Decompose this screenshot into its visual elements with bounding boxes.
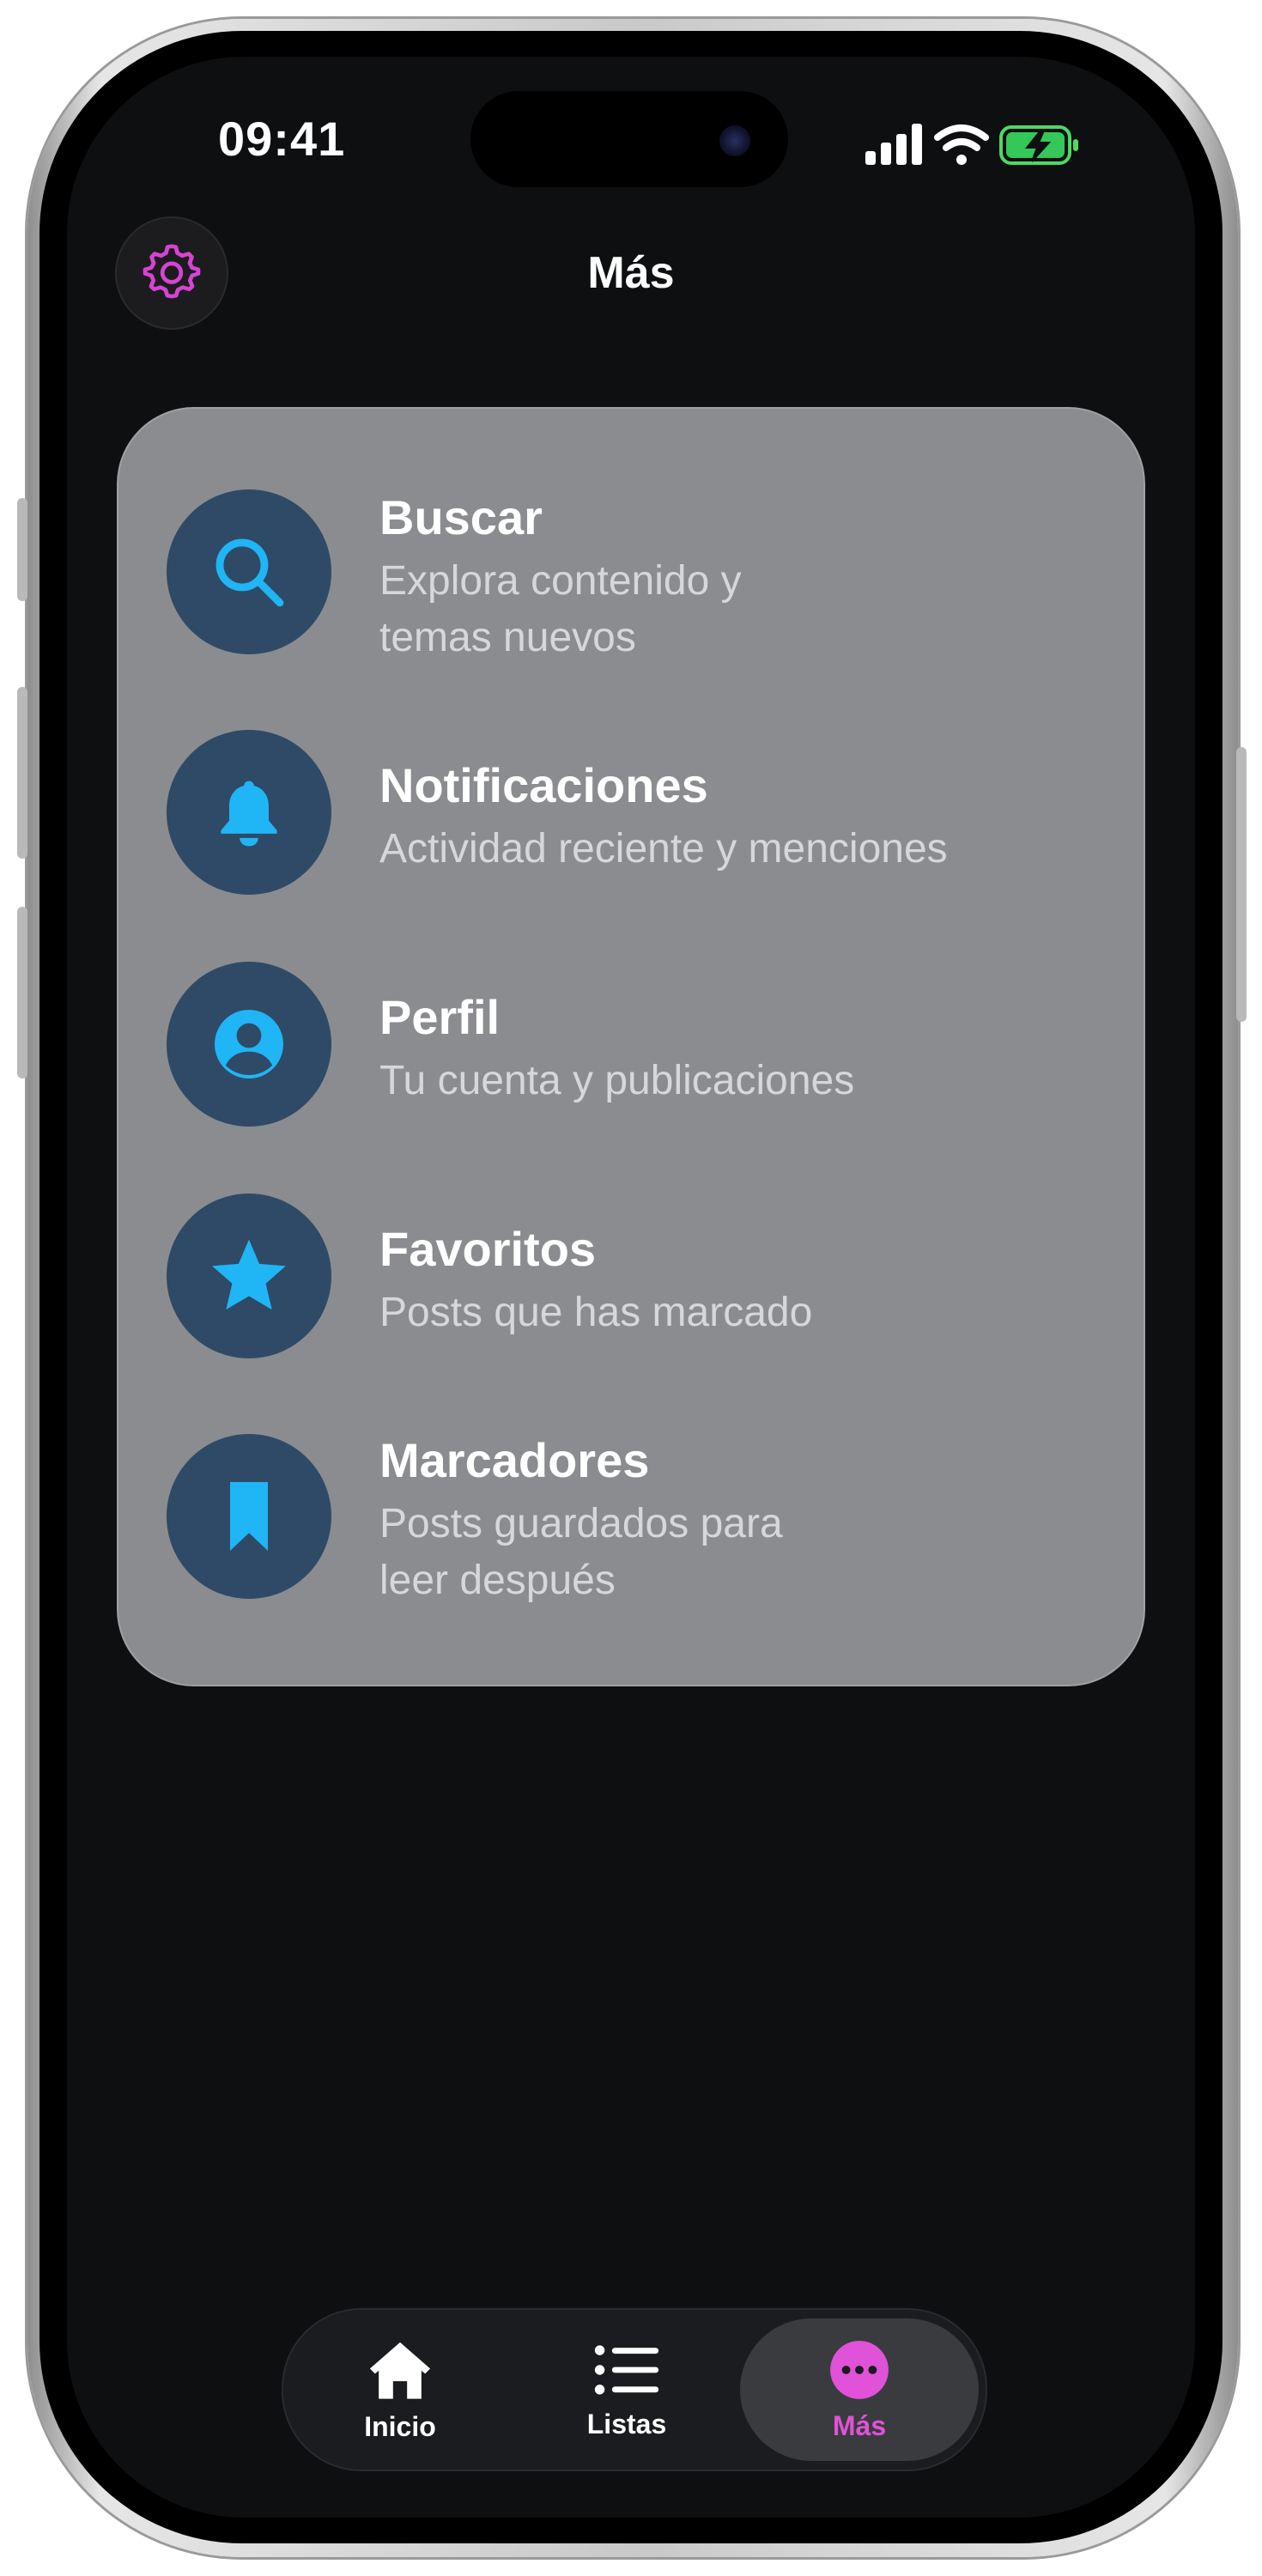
- list-icon: [594, 2344, 659, 2395]
- menu-icon-circle: [167, 962, 331, 1127]
- menu-icon-circle: [167, 1434, 331, 1599]
- menu-icon-circle: [167, 1194, 331, 1358]
- cellular-signal-icon: [865, 124, 922, 165]
- tab-mas[interactable]: Más: [740, 2318, 979, 2461]
- menu-card: Buscar Explora contenido y temas nuevos …: [117, 407, 1145, 1686]
- front-camera: [719, 125, 750, 156]
- menu-item-subtitle: Posts guardados para leer después: [379, 1501, 783, 1603]
- menu-item-title: Favoritos: [379, 1222, 597, 1276]
- menu-icon-circle: [167, 489, 331, 654]
- volume-up-button: [17, 687, 27, 859]
- tab-listas[interactable]: Listas: [515, 2318, 738, 2461]
- menu-icon-circle: [167, 730, 331, 895]
- more-icon: [830, 2340, 889, 2399]
- tab-bar: Inicio Listas Más: [282, 2308, 987, 2471]
- search-icon: [215, 538, 284, 607]
- tab-label: Inicio: [364, 2410, 436, 2442]
- bookmark-icon: [230, 1482, 268, 1551]
- action-button: [17, 498, 27, 601]
- screen: 09:41 Más Buscar Explora contenido y tem…: [67, 57, 1195, 2518]
- volume-down-button: [17, 907, 27, 1078]
- page-title: Más: [587, 248, 675, 298]
- star-icon: [212, 1239, 286, 1310]
- person-circle-icon: [215, 1010, 283, 1078]
- home-icon: [369, 2342, 431, 2399]
- wifi-icon: [934, 125, 989, 165]
- menu-item-title: Marcadores: [379, 1433, 650, 1487]
- tab-label: Listas: [586, 2408, 667, 2439]
- status-time: 09:41: [218, 112, 346, 166]
- menu-item-title: Perfil: [379, 990, 501, 1044]
- tab-label: Más: [832, 2409, 887, 2441]
- power-button: [1236, 747, 1247, 1022]
- battery-charging-icon: [999, 125, 1078, 165]
- menu-item-subtitle: Actividad reciente y menciones: [379, 826, 948, 872]
- menu-item-title: Notificaciones: [379, 758, 708, 812]
- bell-icon: [221, 781, 277, 847]
- status-icons: [865, 118, 1123, 170]
- tab-inicio[interactable]: Inicio: [288, 2318, 512, 2461]
- menu-item-subtitle: Tu cuenta y publicaciones: [379, 1058, 855, 1103]
- menu-item-title: Buscar: [379, 490, 543, 544]
- menu-item-subtitle: Explora contenido y temas nuevos: [379, 558, 742, 660]
- menu-item-subtitle: Posts que has marcado: [379, 1290, 813, 1335]
